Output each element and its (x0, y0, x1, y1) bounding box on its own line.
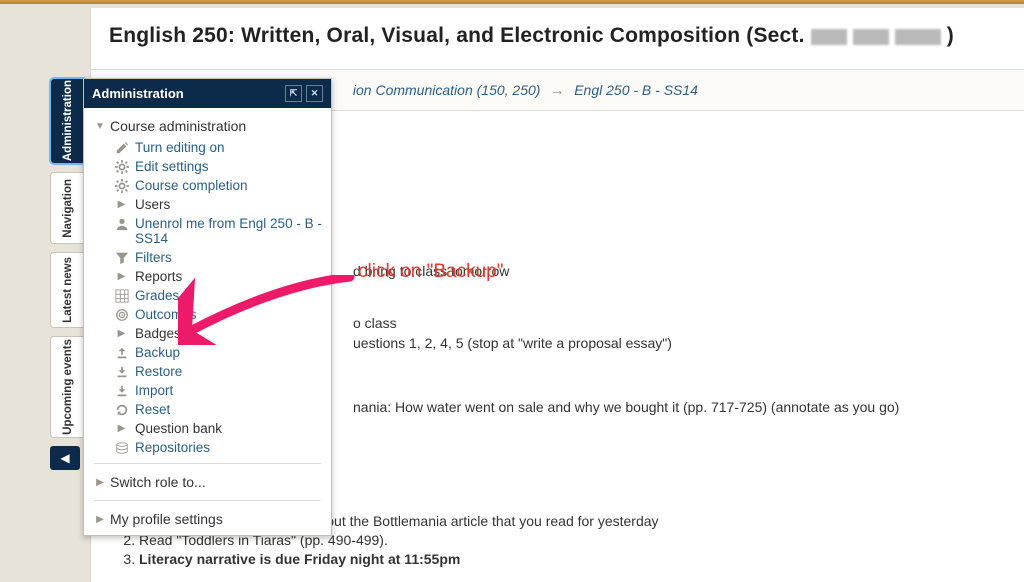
chevron-right-icon (94, 477, 106, 488)
panel-title: Administration (92, 86, 184, 101)
grid-icon (114, 288, 129, 303)
content-fragment-2: o class (353, 315, 1000, 331)
course-administration-node[interactable]: Course administration (88, 114, 327, 138)
breadcrumb-separator: → (550, 82, 564, 98)
admin-item-label: Restore (135, 364, 182, 379)
task-item: Literacy narrative is due Friday night a… (139, 551, 1000, 567)
tri-icon (114, 269, 129, 284)
page-title-prefix: English 250: Written, Oral, Visual, and … (109, 24, 811, 47)
admin-item-label: Reports (135, 269, 182, 284)
switch-role-label: Switch role to... (110, 474, 206, 490)
content-fragment-3: uestions 1, 2, 4, 5 (stop at "write a pr… (353, 335, 1000, 351)
tri-icon (114, 197, 129, 212)
refresh-icon (114, 402, 129, 417)
dock-tab-label: Upcoming events (62, 339, 74, 435)
target-icon (114, 307, 129, 322)
admin-item-label: Question bank (135, 421, 222, 436)
dock-tab-label: Administration (62, 80, 74, 161)
admin-item-badges[interactable]: Badges (110, 324, 327, 343)
admin-item-label: Grades (135, 288, 179, 303)
dock: Administration Navigation Latest news Up… (50, 78, 84, 470)
admin-item-users[interactable]: Users (110, 195, 327, 214)
admin-item-backup[interactable]: Backup (110, 343, 327, 362)
admin-item-label: Course completion (135, 178, 248, 193)
admin-item-turn-editing-on[interactable]: Turn editing on (110, 138, 327, 157)
breadcrumb-link-1[interactable]: ion Communication (150, 250) (353, 82, 541, 98)
dock-tab-latest-news[interactable]: Latest news (50, 252, 84, 328)
my-profile-settings-label: My profile settings (110, 511, 223, 527)
user-icon (114, 216, 129, 231)
admin-item-label: Turn editing on (135, 140, 225, 155)
admin-item-restore[interactable]: Restore (110, 362, 327, 381)
admin-item-label: Users (135, 197, 170, 212)
upload-icon (114, 345, 129, 360)
gear-icon (114, 159, 129, 174)
admin-item-edit-settings[interactable]: Edit settings (110, 157, 327, 176)
tri-icon (114, 326, 129, 341)
admin-tree: Turn editing on Edit settings Course compl… (88, 138, 327, 457)
dock-collapse-button[interactable]: ◀ (50, 446, 80, 470)
admin-item-label: Outcomes (135, 307, 197, 322)
admin-item-label: Edit settings (135, 159, 209, 174)
admin-item-label: Backup (135, 345, 180, 360)
download-icon (114, 364, 129, 379)
admin-item-label: Badges (135, 326, 181, 341)
course-administration-label: Course administration (110, 118, 246, 134)
panel-close-icon[interactable]: ✕ (306, 85, 323, 102)
admin-item-question-bank[interactable]: Question bank (110, 419, 327, 438)
admin-item-unenrol-me-from-engl-250-b-ss14[interactable]: Unenrol me from Engl 250 - B - SS14 (110, 214, 327, 248)
panel-header: Administration ⇱ ✕ (84, 79, 331, 108)
page-title: English 250: Written, Oral, Visual, and … (109, 24, 1006, 51)
panel-body: Course administration Turn editing on Edi… (84, 108, 331, 535)
breadcrumb-link-2[interactable]: Engl 250 - B - SS14 (574, 82, 698, 98)
admin-item-outcomes[interactable]: Outcomes (110, 305, 327, 324)
panel-move-icon[interactable]: ⇱ (285, 85, 302, 102)
dock-tab-label: Latest news (62, 257, 74, 323)
dock-tab-administration[interactable]: Administration (50, 78, 84, 164)
admin-item-label: Repositories (135, 440, 210, 455)
dock-tab-label: Navigation (62, 179, 74, 238)
admin-item-label: Filters (135, 250, 172, 265)
tri-icon (114, 421, 129, 436)
page-title-suffix: ) (947, 24, 954, 47)
my-profile-settings-node[interactable]: My profile settings (88, 507, 327, 531)
admin-item-label: Import (135, 383, 173, 398)
admin-item-label: Unenrol me from Engl 250 - B - SS14 (135, 216, 323, 246)
admin-item-reset[interactable]: Reset (110, 400, 327, 419)
chevron-right-icon (94, 514, 106, 525)
dock-tab-upcoming-events[interactable]: Upcoming events (50, 336, 84, 438)
gear-icon (114, 178, 129, 193)
download-icon (114, 383, 129, 398)
content-fragment-4: nania: How water went on sale and why we… (353, 399, 1000, 415)
top-stripe (0, 0, 1024, 4)
chevron-down-icon (94, 121, 106, 132)
pencil-icon (114, 140, 129, 155)
admin-item-reports[interactable]: Reports (110, 267, 327, 286)
chevron-left-icon: ◀ (60, 451, 69, 465)
page-title-redacted (811, 27, 947, 51)
admin-item-grades[interactable]: Grades (110, 286, 327, 305)
admin-item-repositories[interactable]: Repositories (110, 438, 327, 457)
funnel-icon (114, 250, 129, 265)
annotation-label: click on "Backup" (358, 261, 504, 283)
admin-item-course-completion[interactable]: Course completion (110, 176, 327, 195)
administration-panel: Administration ⇱ ✕ Course administration… (83, 78, 332, 536)
switch-role-node[interactable]: Switch role to... (88, 470, 327, 494)
dock-tab-navigation[interactable]: Navigation (50, 172, 84, 244)
admin-item-filters[interactable]: Filters (110, 248, 327, 267)
admin-item-import[interactable]: Import (110, 381, 327, 400)
admin-item-label: Reset (135, 402, 170, 417)
page-title-bar: English 250: Written, Oral, Visual, and … (91, 8, 1024, 70)
stack-icon (114, 440, 129, 455)
